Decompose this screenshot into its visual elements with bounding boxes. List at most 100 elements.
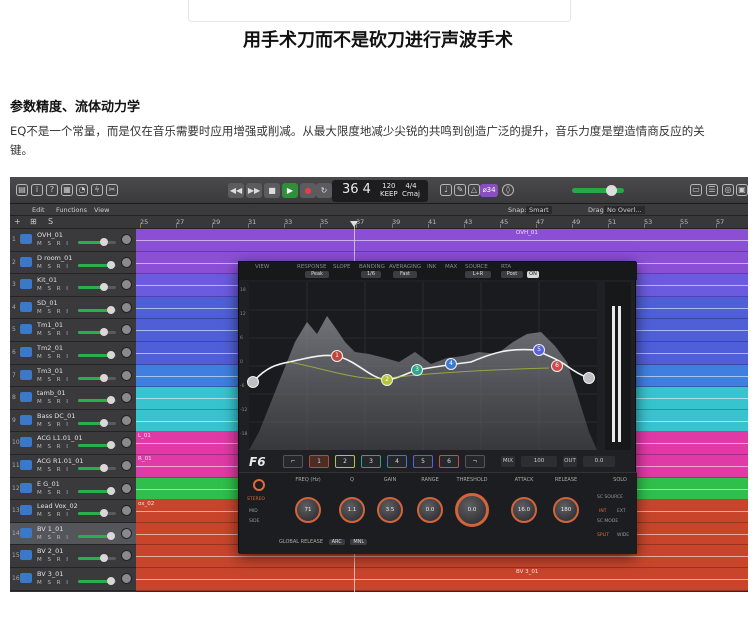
track-header[interactable]: 16 BV 3_01 M S R I [10, 568, 136, 591]
pencil-icon[interactable]: ✎ [454, 184, 466, 196]
eq-band-node[interactable]: 2 [381, 374, 393, 386]
track-pan-knob[interactable] [121, 550, 132, 562]
ext-option[interactable]: EXT [617, 509, 626, 514]
track-buttons[interactable]: M S R I [37, 331, 70, 337]
track-volume-fader[interactable] [78, 531, 116, 540]
track-volume-fader[interactable] [78, 509, 116, 518]
track-volume-fader[interactable] [78, 396, 116, 405]
track-header[interactable]: 3 Kit_01 M S R I [10, 274, 136, 297]
record-button[interactable]: ● [300, 183, 316, 198]
eq-band-node[interactable]: 4 [445, 358, 457, 370]
mixer-icon[interactable]: ⫩ [91, 184, 103, 196]
track-buttons[interactable]: M S R I [37, 444, 70, 450]
track-pan-knob[interactable] [121, 369, 132, 381]
track-pan-knob[interactable] [121, 234, 132, 245]
track-buttons[interactable]: M S R I [37, 264, 70, 270]
track-name[interactable]: ACG L1.01_01 [37, 434, 83, 442]
track-header[interactable]: 15 BV 2_01 M S R I [10, 545, 136, 568]
track-buttons[interactable]: M S R I [37, 422, 70, 428]
smart-controls-icon[interactable]: ◔ [76, 184, 88, 196]
track-pan-knob[interactable] [121, 324, 132, 336]
track-header[interactable]: 10 ACG L1.01_01 M S R I [10, 432, 136, 455]
split-option[interactable]: SPLIT [597, 533, 609, 538]
track-volume-fader[interactable] [78, 260, 116, 269]
track-header[interactable]: 6 Tm2_01 M S R I [10, 342, 136, 365]
forward-button[interactable]: ▶▶ [246, 183, 262, 198]
plugin-tab-slope[interactable]: SLOPE [333, 264, 350, 270]
track-pan-knob[interactable] [121, 256, 132, 268]
track-buttons[interactable]: M S R I [37, 286, 70, 292]
track-volume-fader[interactable] [78, 351, 116, 359]
play-button[interactable]: ▶ [282, 183, 298, 198]
band-button[interactable]: 4 [387, 455, 407, 468]
averaging-select[interactable]: Fast [393, 271, 417, 278]
eq-band-node[interactable]: 1 [331, 350, 343, 362]
plugin-tab-banding[interactable]: BANDING [359, 264, 385, 270]
track-pan-knob[interactable] [121, 414, 132, 426]
control-knob[interactable]: 3.5 [377, 497, 403, 523]
track-header[interactable]: 5 Tm1_01 M S R I [10, 319, 136, 342]
track-header[interactable]: 1 OVH_01 M S R I [10, 229, 136, 252]
library-icon[interactable]: ▤ [16, 184, 28, 196]
track-pan-knob[interactable] [121, 347, 132, 358]
track-header[interactable]: 7 Tm3_01 M S R I [10, 364, 136, 388]
plugin-tab-source[interactable]: SOURCE [465, 264, 488, 270]
track-buttons[interactable]: M S R I [37, 490, 70, 496]
editors-icon[interactable]: ✂ [106, 184, 118, 196]
lcd-display[interactable]: 36 4 120 KEEP 4/4 Cmaj [332, 180, 428, 202]
control-knob[interactable]: 16.0 [511, 497, 537, 523]
eq-band-node[interactable]: 3 [411, 364, 423, 376]
track-volume-fader[interactable] [78, 464, 116, 472]
control-knob[interactable]: 1.1 [339, 497, 365, 523]
timeline-ruler[interactable]: 25 27 29 31 33 35 37 39 41 43 45 47 49 51 53 55 57 [136, 216, 748, 229]
control-knob[interactable]: 71 [295, 497, 321, 523]
release-mnl-button[interactable]: MNL [350, 539, 368, 545]
track-name[interactable]: OVH_01 [37, 231, 63, 239]
track-buttons[interactable]: M S R I [37, 241, 70, 247]
track-name[interactable]: E G_01 [37, 480, 60, 488]
track-buttons[interactable]: M S R I [37, 309, 70, 315]
track-header[interactable]: 2 D room_01 M S R I [10, 251, 136, 275]
band-button[interactable]: 6 [439, 455, 459, 468]
info-icon[interactable]: i [31, 184, 43, 196]
track-region[interactable]: OVH_01 [136, 229, 748, 252]
track-volume-fader[interactable] [78, 577, 116, 585]
track-pan-knob[interactable] [121, 573, 132, 584]
track-header[interactable]: 4 SD_01 M S R I [10, 296, 136, 320]
track-pan-knob[interactable] [121, 460, 132, 471]
track-volume-fader[interactable] [78, 486, 116, 495]
track-pan-knob[interactable] [121, 527, 132, 539]
track-volume-fader[interactable] [78, 554, 116, 563]
track-header[interactable]: 8 tamb_01 M S R I [10, 387, 136, 410]
plugin-tab-averaging[interactable]: AVERAGING [389, 264, 421, 270]
eq-band-node[interactable] [583, 372, 595, 384]
track-pan-knob[interactable] [121, 392, 132, 404]
track-name[interactable]: ACG R1.01_01 [37, 457, 83, 465]
low-cut-icon[interactable]: ⌐ [283, 455, 303, 468]
release-arc-button[interactable]: ARC [328, 539, 345, 545]
track-name[interactable]: tamb_01 [37, 389, 66, 397]
help-icon[interactable]: ? [46, 184, 58, 196]
track-header[interactable]: 9 Bass DC_01 M S R I [10, 409, 136, 433]
tuner-icon[interactable]: ♩ [440, 184, 452, 196]
track-header[interactable]: 14 BV 1_01 M S R I [10, 522, 136, 546]
solo-mode-icon[interactable]: S [48, 217, 53, 226]
side-mode[interactable]: SIDE [249, 519, 260, 524]
microphone-icon[interactable]: ◊ [502, 184, 514, 196]
rta-select[interactable]: Post [501, 271, 523, 278]
track-name[interactable]: Tm1_01 [37, 321, 63, 329]
track-header[interactable]: 12 E G_01 M S R I [10, 477, 136, 501]
snap-select[interactable]: Smart [526, 206, 552, 214]
drag-select[interactable]: No Overl... [604, 206, 645, 214]
track-pan-knob[interactable] [121, 505, 132, 517]
track-name[interactable]: Tm3_01 [37, 367, 63, 375]
eq-band-node[interactable] [247, 376, 259, 388]
functions-menu[interactable]: Functions [56, 206, 87, 214]
eq-band-node[interactable]: 5 [533, 344, 545, 356]
track-name[interactable]: Kit_01 [37, 276, 57, 284]
plugin-tab-max[interactable]: MAX [445, 264, 457, 270]
track-buttons[interactable]: M S R I [37, 377, 70, 383]
banding-select[interactable]: 1/6 [361, 271, 381, 278]
track-name[interactable]: BV 1_01 [37, 525, 63, 533]
track-options-icon[interactable]: ⊞ [30, 217, 37, 226]
